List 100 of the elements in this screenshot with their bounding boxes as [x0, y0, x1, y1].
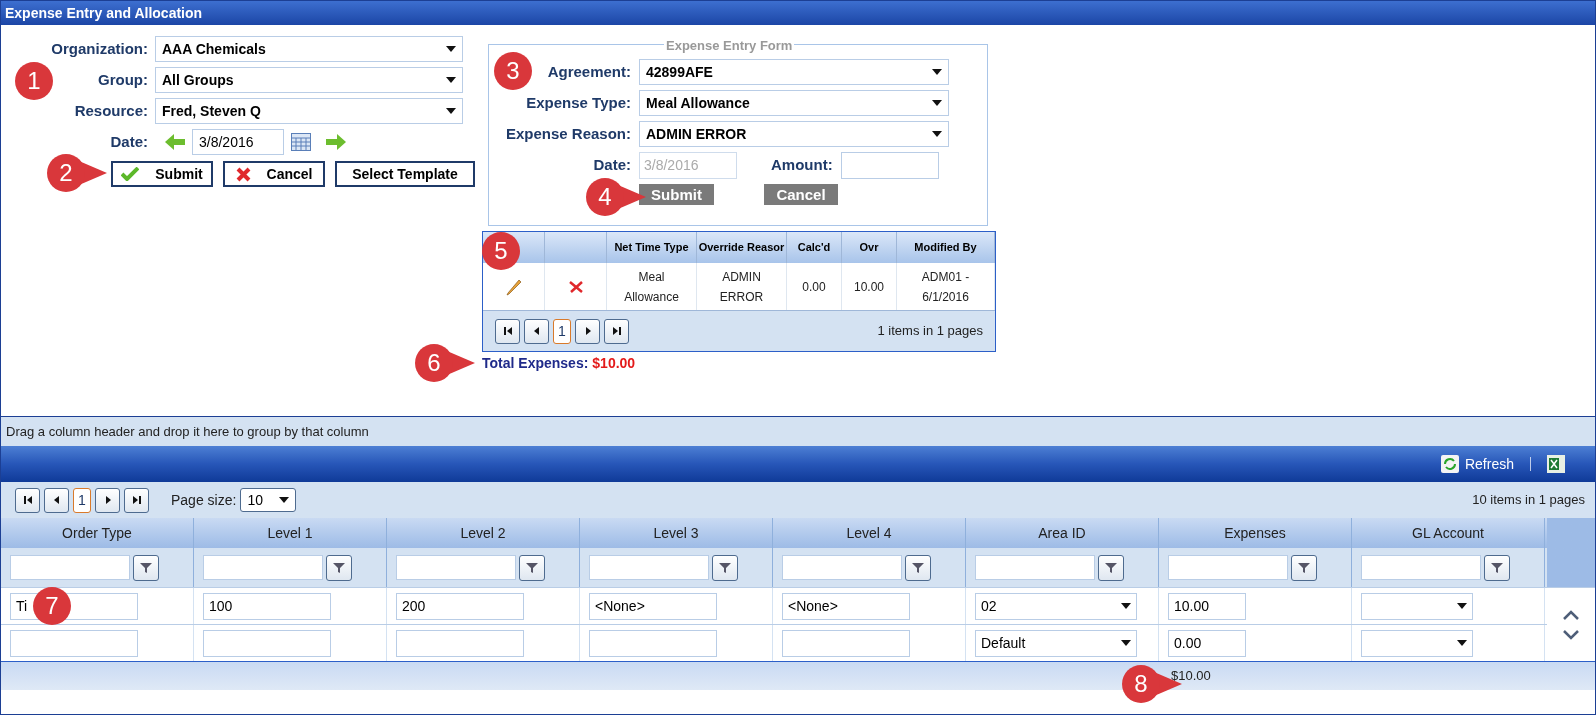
input-field[interactable]: <None> — [782, 592, 910, 620]
amount-field[interactable] — [840, 152, 939, 179]
filter-button[interactable] — [326, 554, 352, 581]
select-template-button[interactable]: Select Template — [335, 161, 475, 187]
filter-icon — [333, 561, 345, 574]
filter-field[interactable] — [782, 555, 902, 580]
input-field[interactable] — [782, 629, 910, 657]
input-field[interactable] — [589, 629, 717, 657]
page-size-dropdown[interactable]: 10 — [240, 488, 297, 512]
page-button[interactable]: 1 — [73, 487, 91, 513]
input-field[interactable] — [396, 629, 524, 657]
filter-button[interactable] — [1098, 554, 1124, 581]
filter-icon — [526, 561, 538, 574]
table-cell: ADMIN ERROR — [697, 263, 787, 310]
checkmark-icon — [121, 167, 140, 181]
input-field[interactable]: <None> — [589, 592, 717, 620]
scroll-up-icon[interactable] — [1563, 609, 1579, 620]
dropdown-field[interactable]: All Groups — [155, 67, 463, 93]
caret-icon — [446, 108, 456, 114]
next-page-button[interactable] — [575, 318, 600, 344]
filter-button[interactable] — [1484, 554, 1510, 581]
table-cell: 0.00 — [787, 263, 842, 310]
scroll-down-icon[interactable] — [1563, 629, 1579, 640]
cancel-button[interactable]: Cancel — [223, 161, 325, 187]
first-page-button[interactable] — [15, 487, 40, 513]
field-label: Date: — [109, 131, 148, 152]
scrollbar[interactable] — [1547, 518, 1595, 661]
filter-button[interactable] — [133, 554, 159, 581]
dropdown-field[interactable]: Default — [975, 629, 1137, 657]
column-header[interactable]: Ovr — [842, 232, 897, 263]
filter-icon — [140, 561, 152, 574]
next-arrow-icon[interactable] — [326, 134, 346, 150]
field-label: Resource: — [74, 100, 148, 121]
last-page-button[interactable] — [604, 318, 629, 344]
field-label: Organization: — [51, 38, 148, 59]
dropdown-field[interactable]: AAA Chemicals — [155, 36, 463, 62]
filter-field[interactable] — [396, 555, 516, 580]
filter-button[interactable] — [905, 554, 931, 581]
input-field[interactable]: 100 — [203, 592, 331, 620]
previous-arrow-icon[interactable] — [165, 134, 185, 150]
pencil-icon[interactable] — [504, 277, 523, 296]
group-panel: Drag a column header and drop it here to group by that column — [1, 416, 1595, 446]
window-title: Expense Entry and Allocation — [1, 1, 1595, 25]
caret-icon — [932, 69, 942, 75]
dropdown-field[interactable]: ADMIN ERROR — [639, 121, 949, 147]
dropdown-field[interactable] — [1361, 592, 1473, 620]
field-label: Agreement: — [547, 61, 631, 82]
filter-field[interactable] — [203, 555, 323, 580]
page-size-label: Page size: — [171, 490, 237, 510]
input-field[interactable] — [203, 629, 331, 657]
delete-icon[interactable] — [567, 279, 584, 294]
last-page-button[interactable] — [124, 487, 149, 513]
filter-field[interactable] — [975, 555, 1095, 580]
last-page-icon — [131, 495, 142, 505]
filter-field[interactable] — [10, 555, 130, 580]
dropdown-field[interactable]: Fred, Steven Q — [155, 98, 463, 124]
column-header[interactable]: Modified By — [897, 232, 995, 263]
spreadsheet-icon[interactable] — [1547, 455, 1565, 473]
calendar-icon[interactable] — [291, 133, 311, 151]
dropdown-field[interactable] — [1361, 629, 1473, 657]
callout-marker: 1 — [15, 62, 53, 100]
submit-button[interactable]: Submit — [111, 161, 213, 187]
input-field[interactable]: 200 — [396, 592, 524, 620]
first-page-button[interactable] — [495, 318, 520, 344]
refresh-button[interactable]: Refresh — [1440, 453, 1514, 475]
previous-page-button[interactable] — [524, 318, 549, 344]
total-label: Total Expenses: — [482, 354, 589, 373]
caret-icon — [1121, 603, 1131, 609]
filter-button[interactable] — [519, 554, 545, 581]
column-header[interactable]: Override Reasor — [697, 232, 787, 263]
table-cell: Meal Allowance — [607, 263, 697, 310]
filter-icon — [1491, 561, 1503, 574]
caret-icon — [932, 131, 942, 137]
page-button[interactable]: 1 — [553, 318, 571, 344]
field-label: Date: — [592, 155, 631, 176]
next-page-button[interactable] — [95, 487, 120, 513]
dropdown-field[interactable]: 42899AFE — [639, 59, 949, 85]
caret-icon — [446, 46, 456, 52]
filter-field[interactable] — [1361, 555, 1481, 580]
column-header[interactable]: Net Time Type — [607, 232, 697, 263]
filter-button[interactable] — [712, 554, 738, 581]
date-field[interactable]: 3/8/2016 — [192, 129, 284, 155]
cancel-button[interactable]: Cancel — [764, 184, 838, 205]
dropdown-field[interactable]: 02 — [975, 592, 1137, 620]
filter-icon — [912, 561, 924, 574]
previous-page-button[interactable] — [44, 487, 69, 513]
callout-marker: 7 — [33, 587, 71, 625]
submit-button[interactable]: Submit — [639, 184, 714, 205]
input-field[interactable]: 10.00 — [1168, 592, 1246, 620]
filter-button[interactable] — [1291, 554, 1317, 581]
column-header[interactable]: Calc'd — [787, 232, 842, 263]
filter-field[interactable] — [1168, 555, 1288, 580]
input-field[interactable] — [10, 629, 138, 657]
input-field[interactable]: 0.00 — [1168, 629, 1246, 657]
first-page-icon — [22, 495, 33, 505]
filter-field[interactable] — [589, 555, 709, 580]
dropdown-field[interactable]: Meal Allowance — [639, 90, 949, 116]
field-label: Expense Type: — [526, 92, 631, 113]
caret-icon — [1457, 640, 1467, 646]
filter-icon — [719, 561, 731, 574]
